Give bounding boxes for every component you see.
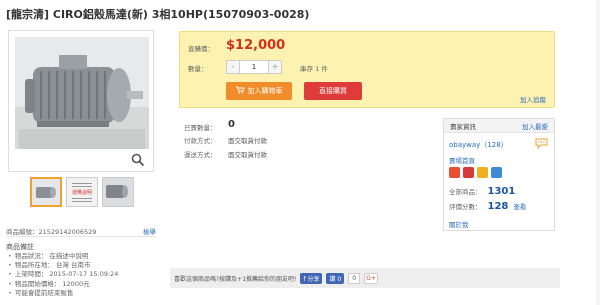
product-image-frame[interactable] [8, 30, 154, 172]
rating-value[interactable]: 128 [488, 201, 509, 212]
facebook-share-button[interactable]: f 分享 [300, 272, 323, 284]
shipping-label: 運送方式： [184, 151, 217, 159]
facebook-like-button[interactable]: 讚 0 [326, 272, 345, 284]
payment-value: 面交取貨付款 [228, 137, 267, 145]
chat-icon[interactable] [535, 138, 548, 150]
seller-rating: 評價分數： 128 查看 [449, 201, 526, 212]
note-item: 物品狀況： 在描述中說明 [8, 252, 118, 261]
total-items-label: 全部商品： [449, 188, 482, 196]
report-link[interactable]: 檢舉 [143, 226, 156, 236]
price-box: 直購價： $12,000 數量： - 1 + 庫存 1 件 加入購物車 直接購買… [179, 31, 555, 108]
item-number: 21529142006529 [38, 228, 97, 236]
share-prompt: 喜歡這個商品嗎?按讚及+1推薦給你的朋友吧! [174, 275, 297, 283]
note-item: 物品開始價格： 12000元 [8, 280, 118, 289]
lock-badge-icon [477, 167, 488, 178]
quantity-input[interactable]: 1 [240, 60, 268, 74]
item-number-row: 商品編號：21529142006529 檢舉 [6, 226, 156, 236]
payment-label: 付款方式： [184, 137, 217, 145]
notes-heading: 商品備註 [6, 243, 34, 251]
sold-label: 已賣數量： [184, 124, 217, 132]
seller-badges [449, 167, 502, 178]
note-item: 上架時間： 2015-07-17 15:09:24 [8, 270, 119, 279]
credit-card-badge-icon [463, 167, 474, 178]
shipping-value: 面交取貨付款 [228, 151, 267, 159]
verified-badge-icon [449, 167, 460, 178]
rating-label: 評價分數： [449, 203, 482, 211]
total-items-value[interactable]: 1301 [488, 186, 516, 197]
quantity-label: 數量： [188, 65, 208, 73]
item-number-label: 商品編號： [6, 228, 39, 236]
seller-info-box: 賣家資訊 加入最愛 obayway（128） 賣場首頁 全部商品： 1301 評… [443, 118, 555, 231]
seller-name-link[interactable]: obayway（128） [449, 140, 508, 150]
price-label: 直購價： [188, 45, 214, 53]
sold-value: 0 [228, 119, 235, 130]
note-item: 可能會提前結束販售 [8, 289, 118, 298]
price-value: $12,000 [226, 38, 286, 53]
thumbnail-motor-1[interactable] [30, 177, 62, 207]
quantity-stepper: - 1 + [226, 60, 282, 74]
sold-row: 已賣數量： 0 [184, 119, 235, 132]
thumbnail-motor-2[interactable] [102, 177, 134, 207]
buy-now-button[interactable]: 直接購買 [304, 82, 362, 100]
thumbnail-strip: 運費說明 [30, 177, 134, 207]
zoom-icon[interactable] [131, 153, 145, 167]
seller-info-title: 賣家資訊 [450, 122, 476, 131]
shield-badge-icon [491, 167, 502, 178]
notes-list: 物品狀況： 在描述中說明 物品所在地： 台灣 台南市 上架時間： 2015-07… [8, 252, 119, 298]
rating-detail-link[interactable]: 查看 [513, 201, 526, 211]
google-plus-button[interactable]: G+ [364, 272, 379, 284]
share-bar: 喜歡這個商品嗎?按讚及+1推薦給你的朋友吧! f 分享 讚 0 0 G+ [170, 268, 560, 288]
product-image[interactable] [15, 37, 149, 149]
payment-row: 付款方式： 面交取貨付款 [184, 135, 267, 145]
thumbnail-tag-text: 運費說明 [71, 190, 92, 196]
add-to-cart-button[interactable]: 加入購物車 [226, 82, 292, 100]
thumbnail-shipping-info[interactable]: 運費說明 [66, 177, 98, 207]
quantity-decrease-button[interactable]: - [226, 60, 240, 74]
product-title: [龍宗清] CIRO鋁殼馬達(新) 3相10HP(15070903-0028) [6, 8, 310, 21]
divider [6, 236, 156, 237]
seller-total-items: 全部商品： 1301 [449, 186, 515, 197]
about-seller-link[interactable]: 關於我 [449, 219, 469, 229]
add-to-cart-label: 加入購物車 [247, 87, 283, 95]
seller-store-link[interactable]: 賣場首頁 [449, 155, 475, 165]
quantity-increase-button[interactable]: + [268, 60, 282, 74]
add-to-watchlist-link[interactable]: 加入追蹤 [520, 94, 546, 104]
stock-text: 庫存 1 件 [300, 65, 328, 73]
seller-info-header: 賣家資訊 加入最愛 [444, 119, 554, 133]
shipping-row: 運送方式： 面交取貨付款 [184, 149, 267, 159]
add-favorite-link[interactable]: 加入最愛 [522, 121, 548, 131]
scrollbar[interactable] [596, 0, 600, 305]
buy-now-label: 直接購買 [319, 87, 347, 95]
cart-icon [235, 86, 245, 96]
share-count: 0 [348, 272, 361, 284]
